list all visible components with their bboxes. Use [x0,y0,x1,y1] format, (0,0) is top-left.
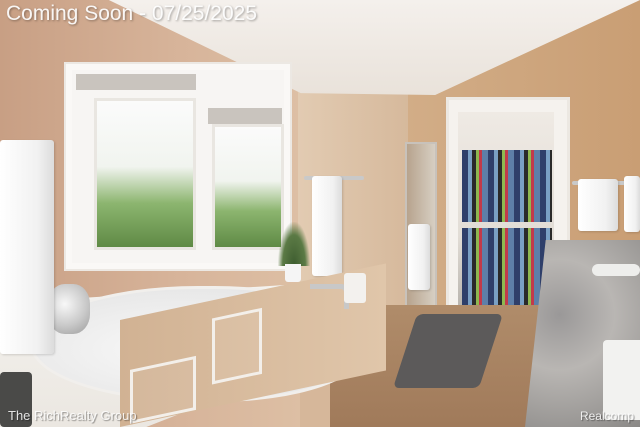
potted-plant-leaves [278,222,310,266]
candle-holder [344,273,366,303]
window-pane-left [94,98,196,250]
glass-vase [48,284,90,334]
window-blind-right [208,108,282,124]
double-window [64,62,292,271]
source-watermark: Realcomp [579,409,634,423]
closet-clothes-lower [462,228,552,306]
plant-pot [285,264,301,282]
panel-molding-right [212,307,262,385]
hand-towel-2 [624,176,640,232]
window-pane-right [212,124,284,250]
hanging-towel-left [0,140,54,354]
vanity-sink-rear [592,264,640,276]
hand-towel-1 [578,179,618,231]
window-blind-left [76,74,196,90]
brokerage-watermark: The RichRealty Group [8,408,137,423]
hanging-towel-center [312,176,342,276]
vanity-sink-front [603,340,640,420]
closet-clothes-upper [462,150,552,222]
shower-towel [408,224,430,290]
listing-status-banner: Coming Soon - 07/25/2025 [6,2,258,25]
